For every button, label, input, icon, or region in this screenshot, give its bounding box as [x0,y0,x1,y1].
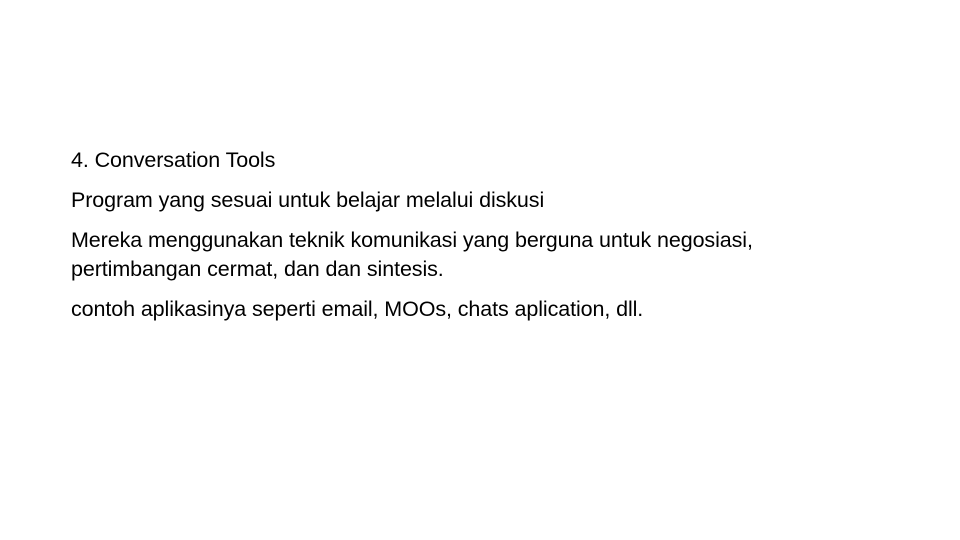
slide-canvas: 4. Conversation Tools Program yang sesua… [0,0,960,540]
slide-text-block: 4. Conversation Tools Program yang sesua… [71,146,811,324]
slide-paragraph-2: Mereka menggunakan teknik komunikasi yan… [71,228,753,281]
slide-heading: 4. Conversation Tools [71,148,276,172]
slide-paragraph-1: Program yang sesuai untuk belajar melalu… [71,188,545,212]
slide-paragraph-3: contoh aplikasinya seperti email, MOOs, … [71,297,644,321]
